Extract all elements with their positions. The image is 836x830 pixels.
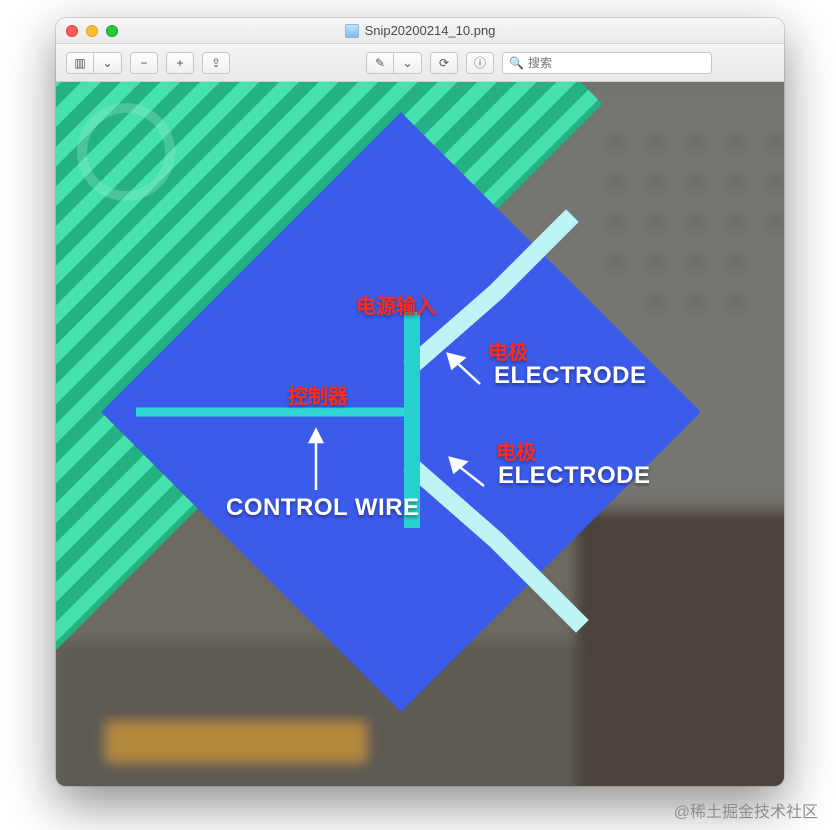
chevron-down-icon: ⌄ (102, 56, 112, 70)
share-icon: ⇪ (211, 56, 221, 70)
maximize-icon[interactable] (106, 25, 118, 37)
minimize-icon[interactable] (86, 25, 98, 37)
titlebar: Snip20200214_10.png (56, 18, 784, 44)
labels-layer: 电源输入 控制器 电极 ELECTRODE 电极 ELECTRODE CONTR… (56, 82, 784, 786)
sidebar-button[interactable]: ▥ (66, 52, 94, 74)
chevron-down-icon: ⌄ (402, 56, 412, 70)
pencil-icon: ✎ (375, 56, 385, 70)
window-title-text: Snip20200214_10.png (365, 23, 496, 38)
search-icon: 🔍 (509, 56, 524, 70)
label-power-input-cn: 电源输入 (356, 290, 436, 319)
zoom-out-icon: − (140, 56, 147, 70)
traffic-lights (66, 25, 118, 37)
watermark: @稀土掘金技术社区 (674, 798, 818, 822)
info-button[interactable]: ⓘ (466, 52, 494, 74)
zoom-in-button[interactable]: + (166, 52, 194, 74)
file-icon (345, 24, 359, 38)
zoom-in-icon: + (176, 56, 183, 70)
search-field[interactable]: 🔍 (502, 52, 712, 74)
sidebar-icon: ▥ (74, 56, 85, 70)
toolbar: ▥ ⌄ − + ⇪ ✎ ⌄ ⟳ ⓘ 🔍 (56, 44, 784, 82)
sidebar-dropdown[interactable]: ⌄ (94, 52, 122, 74)
rotate-icon: ⟳ (439, 56, 449, 70)
info-icon: ⓘ (474, 54, 486, 71)
zoom-out-button[interactable]: − (130, 52, 158, 74)
label-electrode-cn-1: 电极 (488, 336, 528, 365)
search-input[interactable] (528, 56, 705, 70)
markup-button[interactable]: ✎ (366, 52, 394, 74)
window-title: Snip20200214_10.png (345, 23, 496, 38)
label-control-wire-en: CONTROL WIRE (226, 494, 420, 522)
label-controller-cn: 控制器 (288, 380, 348, 409)
share-button[interactable]: ⇪ (202, 52, 230, 74)
label-electrode-en-1: ELECTRODE (494, 362, 647, 390)
close-icon[interactable] (66, 25, 78, 37)
image-viewport: 电源输入 控制器 电极 ELECTRODE 电极 ELECTRODE CONTR… (56, 82, 784, 786)
rotate-button[interactable]: ⟳ (430, 52, 458, 74)
label-electrode-cn-2: 电极 (496, 436, 536, 465)
preview-window: Snip20200214_10.png ▥ ⌄ − + ⇪ ✎ ⌄ ⟳ ⓘ 🔍 (56, 18, 784, 786)
label-electrode-en-2: ELECTRODE (498, 462, 651, 490)
markup-dropdown[interactable]: ⌄ (394, 52, 422, 74)
